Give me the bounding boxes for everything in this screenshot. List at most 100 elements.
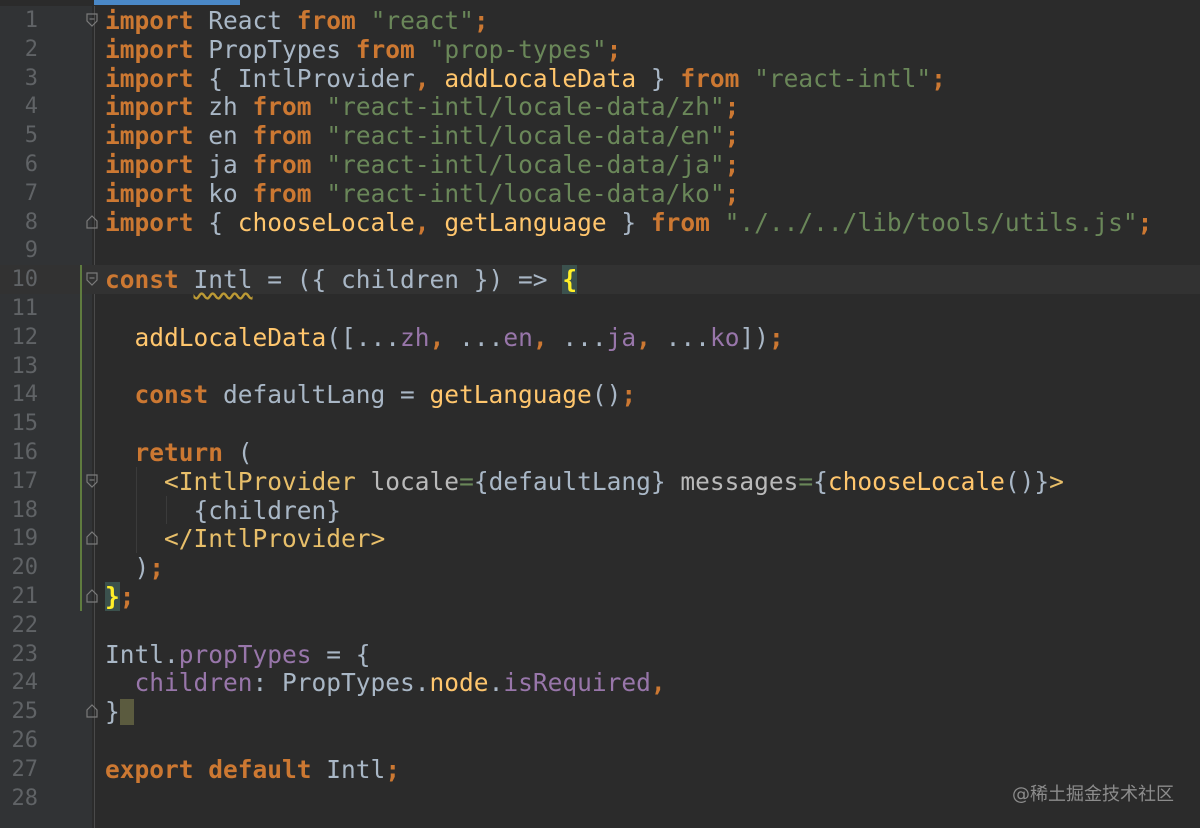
code-token: isRequired (503, 668, 651, 698)
code-line[interactable]: 10 const Intl = ({ children }) => { (0, 265, 1200, 295)
watermark: @稀土掘金技术社区 (1012, 784, 1174, 805)
code-token: ; (119, 582, 135, 611)
code-line[interactable]: 21}; (0, 582, 1200, 611)
line-number: 5 (24, 123, 38, 149)
code-line[interactable]: 24 children: PropTypes.node.isRequired, (0, 668, 1200, 697)
line-number: 26 (11, 728, 39, 753)
code-token: { IntlProvider (193, 63, 415, 93)
code-token: node (429, 668, 489, 698)
fold-close-icon[interactable] (86, 704, 98, 718)
code-line[interactable]: 19 </IntlProvider> (0, 524, 1200, 553)
code-line[interactable]: 6 import ja from "react-intl/locale-data/… (0, 150, 1200, 179)
code-token: "prop-types" (429, 34, 607, 64)
code-token: , (414, 63, 430, 93)
code-text: addLocaleData([...zh, ...en, ...ja, ...k… (105, 323, 784, 352)
code-token: "react" (370, 6, 474, 35)
code-token: , (650, 668, 666, 698)
code-token: ; (149, 553, 165, 583)
code-line[interactable]: 20 ); (0, 553, 1200, 582)
fold-open-icon[interactable] (86, 272, 98, 287)
code-token: getLanguage (444, 207, 607, 237)
code-line[interactable]: 3 import { IntlProvider, addLocaleData } … (0, 64, 1200, 93)
code-line[interactable]: 1 import React from "react"; (0, 6, 1200, 35)
line-number: 12 (11, 324, 39, 350)
code-text: Intl.propTypes = { (105, 640, 371, 669)
code-token: Intl. (105, 639, 179, 669)
code-token: PropTypes (193, 34, 356, 64)
code-token: "react-intl/locale-data/ja" (326, 150, 725, 179)
code-token: messages (680, 466, 799, 496)
code-line[interactable]: 23 Intl.propTypes = { (0, 640, 1200, 669)
code-line[interactable]: 25} (0, 697, 1200, 726)
code-token: ; (621, 380, 637, 410)
line-number: 13 (11, 353, 39, 379)
code-token: locale (370, 466, 460, 496)
code-line[interactable]: 13 (0, 352, 1200, 381)
code-token: import (105, 34, 194, 64)
code-text: export default Intl; (105, 755, 400, 784)
code-line[interactable]: 16 return ( (0, 438, 1200, 467)
code-token: ]) (739, 322, 769, 352)
code-token: zh (400, 322, 430, 352)
code-line[interactable]: 26 (0, 726, 1200, 755)
code-line[interactable]: 15 (0, 409, 1200, 438)
line-number: 17 (11, 468, 39, 494)
code-editor[interactable]: 1 import React from "react"; 2 import PropT… (0, 0, 1200, 828)
code-token: getLanguage (429, 380, 592, 410)
code-token: ; (385, 754, 401, 784)
code-line[interactable]: 2 import PropTypes from "prop-types"; (0, 35, 1200, 64)
code-line[interactable]: 18 {children} (0, 496, 1200, 525)
code-token: , (429, 322, 445, 352)
code-token: import (105, 150, 194, 179)
code-token: } (105, 582, 120, 611)
code-line[interactable]: 12 addLocaleData([...zh, ...en, ...ja, .… (0, 323, 1200, 352)
code-line[interactable]: 5 import en from "react-intl/locale-data/… (0, 121, 1200, 150)
code-token: children (134, 668, 253, 698)
fold-open-icon[interactable] (86, 13, 98, 27)
line-number: 7 (24, 180, 38, 206)
code-line[interactable]: 22 (0, 611, 1200, 640)
indent-guide (136, 466, 137, 554)
code-line[interactable]: 14 const defaultLang = getLanguage(); (0, 380, 1200, 409)
fold-close-icon[interactable] (86, 589, 98, 603)
fold-close-icon[interactable] (86, 214, 98, 229)
code-token: import (105, 63, 194, 93)
code-token: "react-intl/locale-data/zh" (326, 92, 725, 122)
line-number: 25 (11, 699, 39, 725)
code-token: propTypes (178, 639, 312, 669)
code-line[interactable]: 8 import { chooseLocale, getLanguage } fr… (0, 208, 1200, 237)
code-line[interactable]: 17 <IntlProvider locale={defaultLang} me… (0, 467, 1200, 496)
code-token: from (296, 6, 356, 35)
line-number: 6 (24, 152, 38, 177)
code-text: import ja from "react-intl/locale-data/j… (105, 150, 739, 179)
code-token: ; (724, 178, 740, 208)
line-number: 16 (11, 440, 39, 465)
code-text: <IntlProvider locale={defaultLang} messa… (105, 467, 1064, 496)
code-token: import (105, 207, 194, 237)
code-token: {children} (105, 495, 342, 525)
code-line[interactable]: 7 import ko from "react-intl/locale-data/… (0, 179, 1200, 208)
code-token: { (193, 207, 238, 237)
fold-open-icon[interactable] (86, 474, 98, 488)
code-line[interactable]: 9 (0, 236, 1200, 265)
code-line[interactable]: 11 (0, 294, 1200, 323)
code-token: ko (709, 322, 740, 352)
code-token: ; (1137, 207, 1153, 237)
fold-close-icon[interactable] (86, 531, 98, 545)
code-token: {defaultLang} (473, 466, 681, 496)
line-number: 22 (11, 612, 39, 638)
code-line[interactable]: 4 import zh from "react-intl/locale-data/… (0, 92, 1200, 121)
code-token: = { (311, 639, 371, 669)
code-token: const (105, 265, 179, 295)
code-token: default (208, 754, 312, 784)
